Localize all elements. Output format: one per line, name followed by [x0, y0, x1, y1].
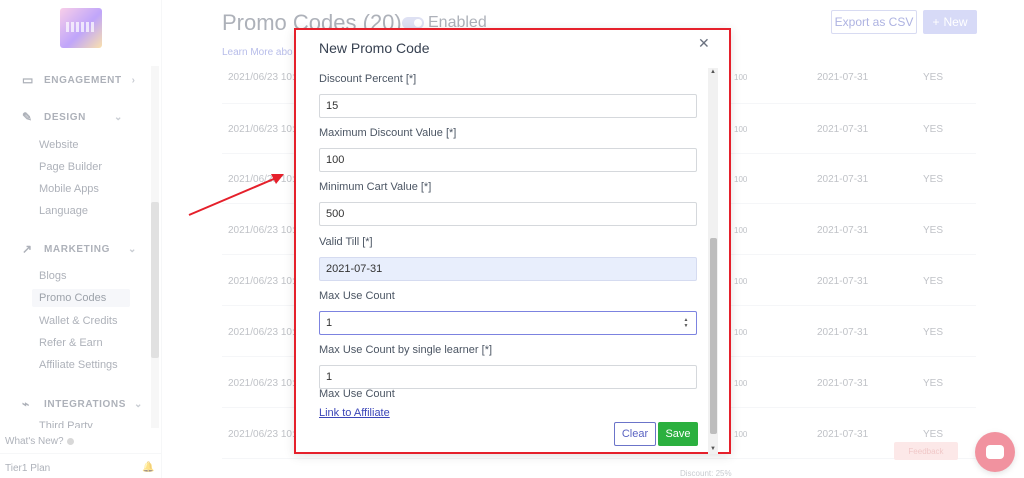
- max-use-single-label: Max Use Count by single learner [*]: [319, 344, 493, 356]
- clear-button[interactable]: Clear: [614, 422, 656, 446]
- max-use-count-label: Max Use Count: [319, 290, 395, 302]
- max-use-count-extra-label: Max Use Count: [319, 388, 395, 400]
- promo-form: Discount Percent [*] Maximum Discount Va…: [296, 68, 708, 454]
- dialog-scrollbar-thumb[interactable]: [710, 238, 717, 434]
- min-cart-input[interactable]: [319, 202, 697, 226]
- discount-percent-input[interactable]: [319, 94, 697, 118]
- valid-till-input[interactable]: [319, 257, 697, 281]
- max-discount-label: Maximum Discount Value [*]: [319, 127, 457, 139]
- close-icon[interactable]: ✕: [698, 35, 710, 52]
- number-stepper[interactable]: ▲ ▼: [681, 316, 691, 330]
- link-to-affiliate-link[interactable]: Link to Affiliate: [319, 407, 390, 419]
- max-use-single-input[interactable]: [319, 365, 697, 389]
- max-use-count-input[interactable]: [319, 311, 697, 335]
- max-discount-input[interactable]: [319, 148, 697, 172]
- scroll-up-icon[interactable]: ▲: [710, 69, 716, 75]
- dialog-title: New Promo Code: [319, 40, 430, 56]
- min-cart-label: Minimum Cart Value [*]: [319, 181, 432, 193]
- stepper-down-icon[interactable]: ▼: [684, 323, 689, 329]
- new-promo-code-dialog: New Promo Code ✕ Discount Percent [*] Ma…: [294, 28, 731, 454]
- scroll-down-icon[interactable]: ▼: [710, 446, 716, 452]
- valid-till-label: Valid Till [*]: [319, 236, 373, 248]
- save-button[interactable]: Save: [658, 422, 698, 446]
- discount-percent-label: Discount Percent [*]: [319, 73, 417, 85]
